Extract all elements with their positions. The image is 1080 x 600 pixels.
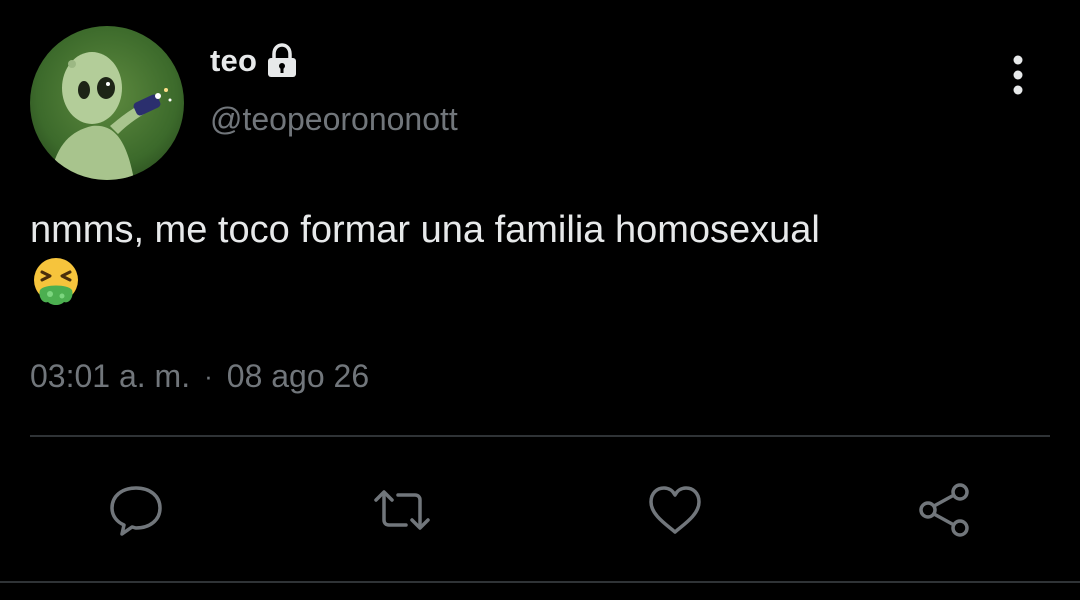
comment-icon	[110, 486, 162, 536]
tweet-timestamp: 03:01 a. m. · 08 ago 26	[30, 358, 369, 395]
more-vertical-icon	[1013, 55, 1023, 95]
bottom-divider	[0, 581, 1080, 583]
retweet-icon	[374, 490, 430, 530]
share-button[interactable]	[914, 480, 974, 540]
display-name-row: teo	[210, 40, 299, 82]
heart-icon	[649, 486, 701, 534]
like-button[interactable]	[645, 480, 705, 540]
reply-button[interactable]	[106, 480, 166, 540]
user-handle[interactable]: @teopeorononott	[210, 101, 458, 138]
retweet-button[interactable]	[372, 480, 432, 540]
vomiting-face-emoji-icon	[34, 258, 78, 305]
lock-icon	[268, 43, 297, 77]
tweet-text: nmms, me toco formar una familia homosex…	[30, 204, 1060, 308]
avatar[interactable]	[30, 26, 184, 180]
divider	[30, 435, 1050, 437]
alien-avatar-icon	[30, 26, 184, 180]
tweet-body: nmms, me toco formar una familia homosex…	[30, 209, 820, 251]
more-options-button[interactable]	[998, 52, 1038, 98]
display-name[interactable]: teo	[210, 43, 257, 79]
share-icon	[919, 483, 969, 537]
meta-separator: ·	[204, 361, 213, 391]
tweet-date[interactable]: 08 ago 26	[227, 358, 369, 395]
tweet-time[interactable]: 03:01 a. m.	[30, 358, 190, 395]
